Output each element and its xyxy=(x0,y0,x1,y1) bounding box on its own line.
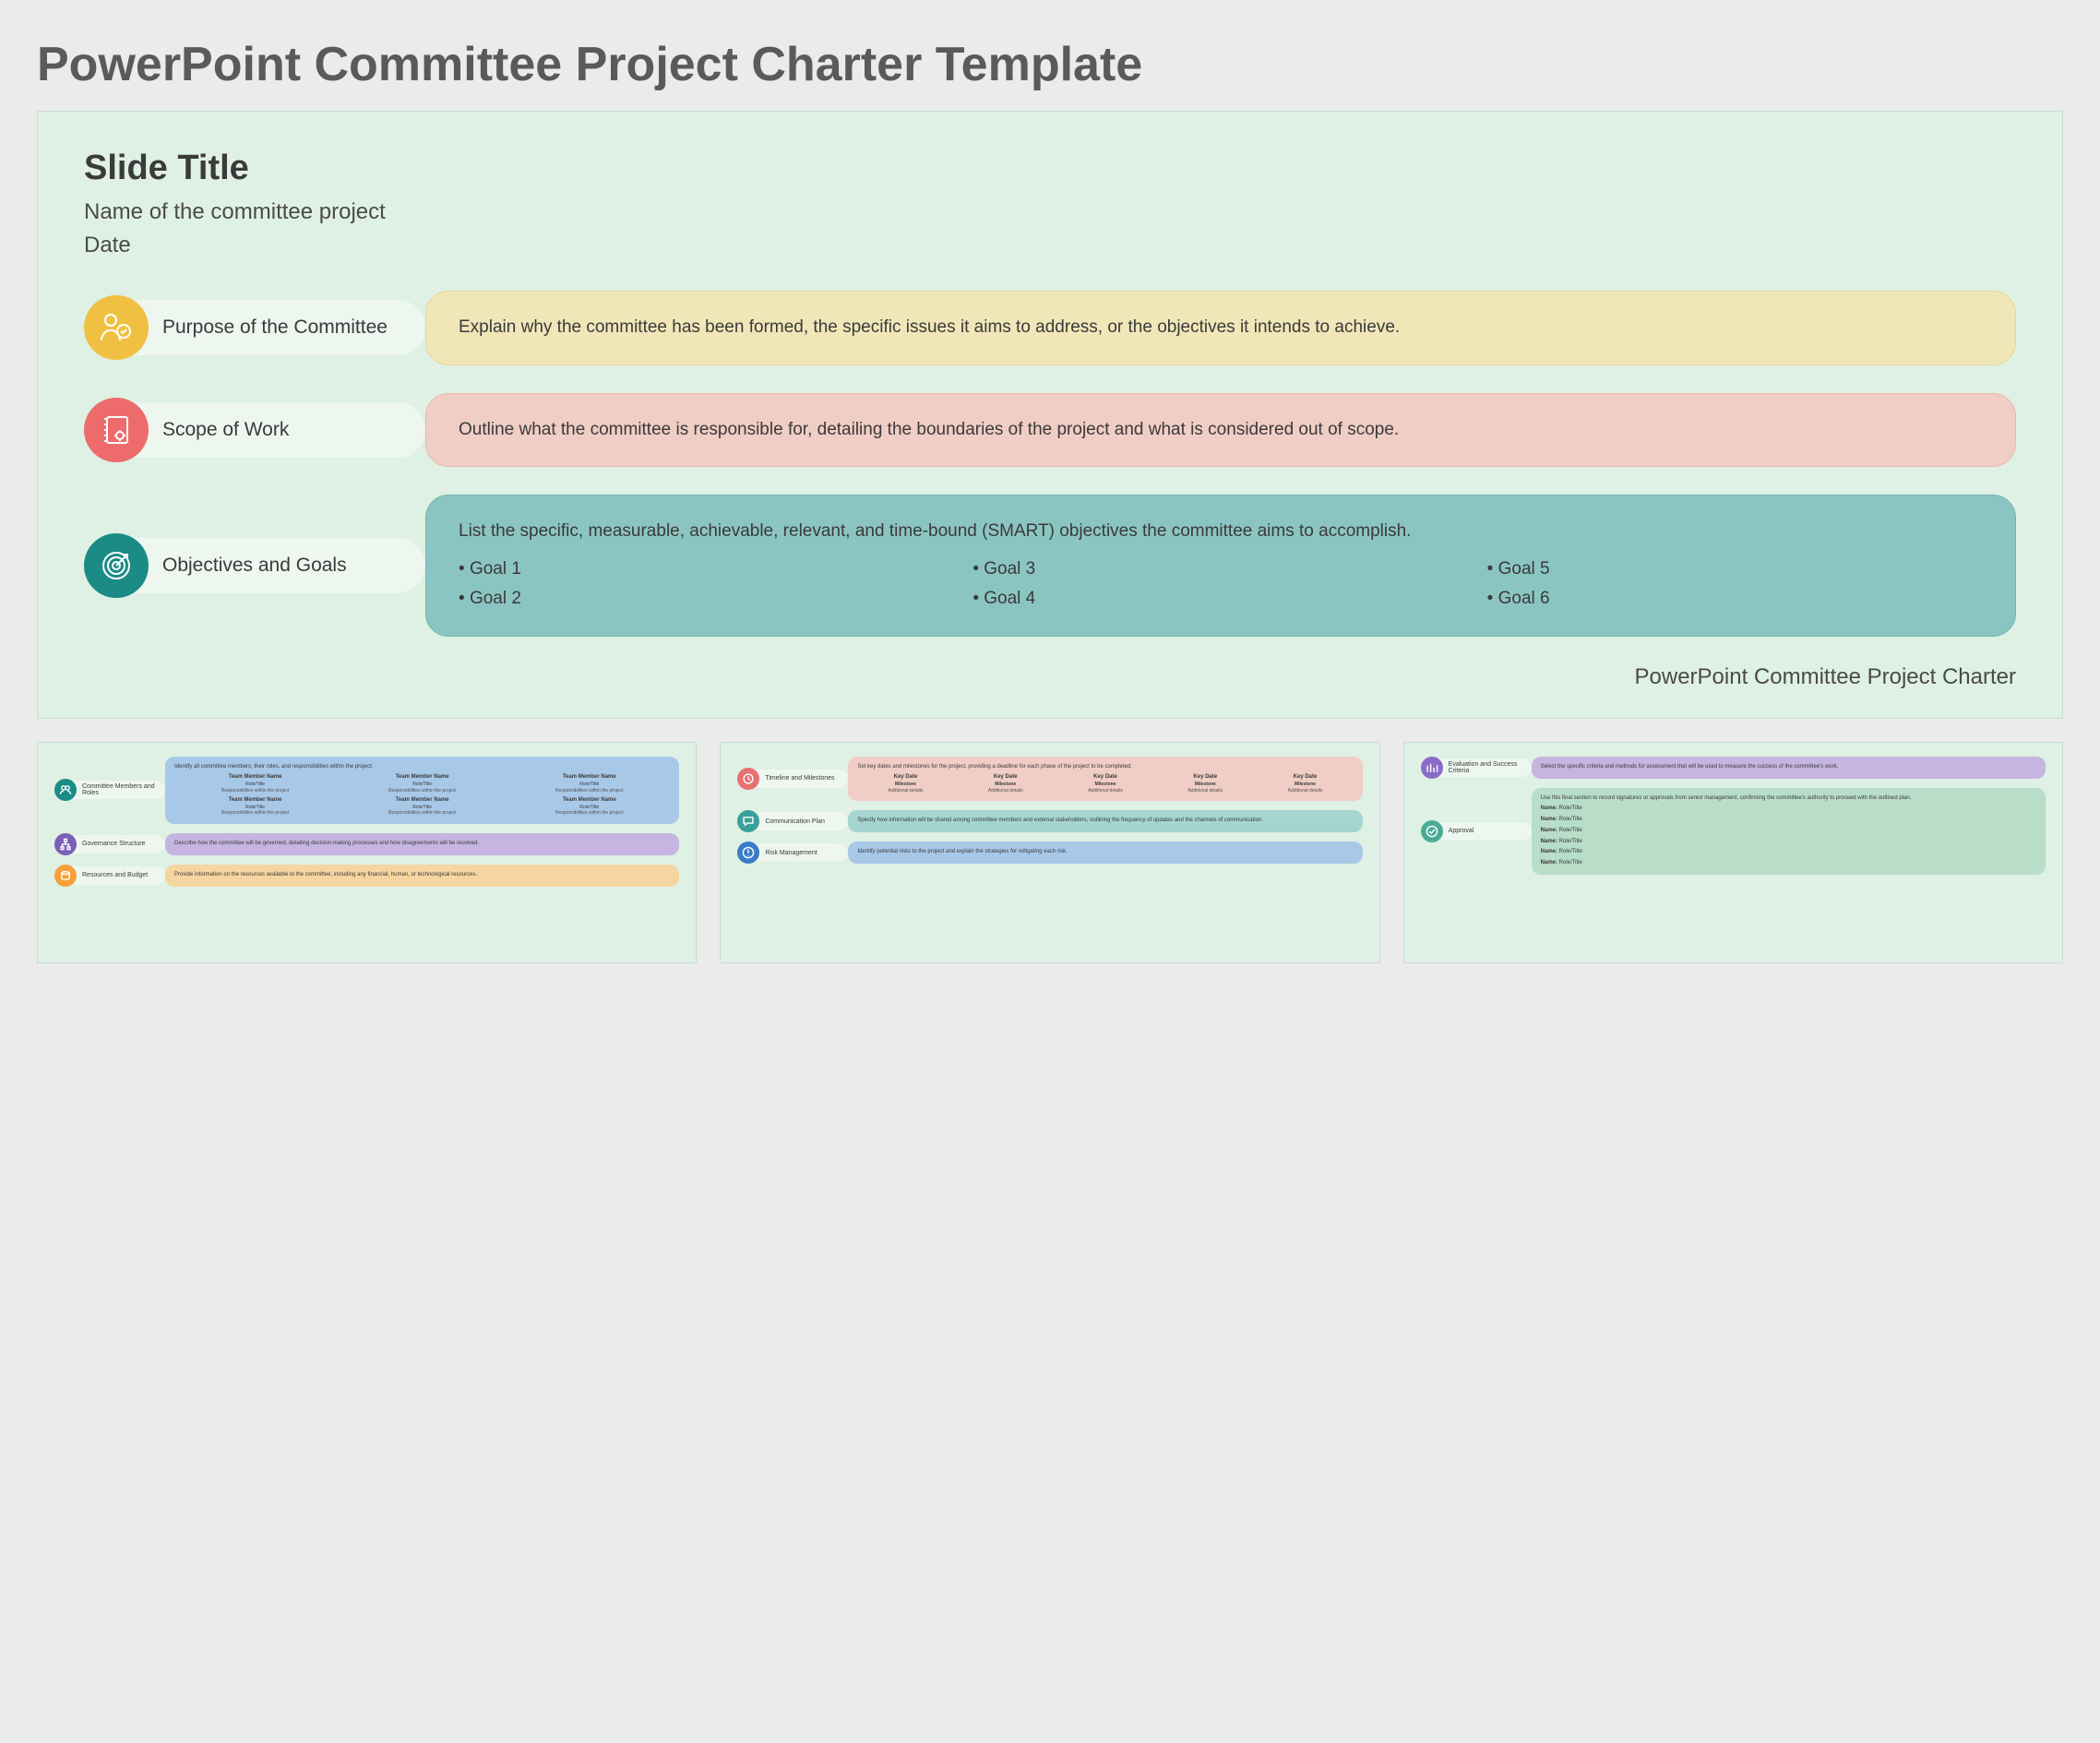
member-name: Team Member Name xyxy=(341,797,503,805)
role-value: Role/Title xyxy=(1559,806,1582,811)
section-label: Governance Structure xyxy=(64,835,165,854)
slide-title: Slide Title xyxy=(84,149,2016,188)
name-label: Name: xyxy=(1541,806,1557,811)
name-label: Name: xyxy=(1541,860,1557,866)
member-name: Team Member Name xyxy=(174,774,336,782)
section-content: Set key dates and milestones for the pro… xyxy=(848,757,1362,802)
lead-text: Set key dates and milestones for the pro… xyxy=(857,764,1353,771)
section-label: Approval xyxy=(1430,822,1532,841)
goal-item: Goal 6 xyxy=(1487,586,1983,613)
member-resp: Responsibilities within the project xyxy=(508,788,670,794)
section-content: Use this final section to record signatu… xyxy=(1532,788,2046,876)
thumbnail-row: Committee Members and Roles Identify all… xyxy=(37,742,2063,963)
role-value: Role/Title xyxy=(1559,849,1582,854)
key-date: Key Date xyxy=(1057,774,1153,782)
section-label: Resources and Budget xyxy=(64,866,165,885)
page-title: PowerPoint Committee Project Charter Tem… xyxy=(37,37,2063,92)
section-label: Risk Management xyxy=(746,843,848,862)
section-label: Purpose of the Committee xyxy=(112,300,425,355)
role-value: Role/Title xyxy=(1559,817,1582,822)
member-resp: Responsibilities within the project xyxy=(508,810,670,817)
slide-subtitle-project: Name of the committee project xyxy=(84,199,2016,225)
main-slide: Slide Title Name of the committee projec… xyxy=(37,111,2063,719)
member-name: Team Member Name xyxy=(508,774,670,782)
lead-text: Identify all committee members, their ro… xyxy=(174,764,670,771)
goal-item: Goal 2 xyxy=(459,586,954,613)
thumbnail-slide-4: Evaluation and Success Criteria Select t… xyxy=(1403,742,2063,963)
section-content: Provide information on the resources ava… xyxy=(165,865,679,887)
section-content: Identify potential risks to the project … xyxy=(848,842,1362,864)
name-label: Name: xyxy=(1541,817,1557,822)
slide-footer: PowerPoint Committee Project Charter xyxy=(84,664,2016,690)
slide-subtitle-date: Date xyxy=(84,233,2016,258)
section-content: Identify all committee members, their ro… xyxy=(165,757,679,824)
details: Additional details xyxy=(1057,788,1153,794)
section-content: Outline what the committee is responsibl… xyxy=(425,393,2016,468)
member-name: Team Member Name xyxy=(341,774,503,782)
approval-text: Use this final section to record signatu… xyxy=(1541,795,2036,803)
goal-item: Goal 5 xyxy=(1487,556,1983,583)
member-name: Team Member Name xyxy=(508,797,670,805)
check-icon xyxy=(1421,820,1443,842)
goal-item: Goal 1 xyxy=(459,556,954,583)
member-name: Team Member Name xyxy=(174,797,336,805)
name-label: Name: xyxy=(1541,828,1557,833)
section-content: List the specific, measurable, achievabl… xyxy=(425,495,2016,637)
people-icon xyxy=(54,779,77,801)
clock-icon xyxy=(737,768,759,790)
member-resp: Responsibilities within the project xyxy=(174,810,336,817)
hierarchy-icon xyxy=(54,833,77,855)
thumbnail-slide-3: Timeline and Milestones Set key dates an… xyxy=(720,742,1379,963)
name-label: Name: xyxy=(1541,839,1557,844)
section-scope: Scope of Work Outline what the committee… xyxy=(84,393,2016,468)
person-icon xyxy=(84,295,149,360)
key-date: Key Date xyxy=(857,774,953,782)
name-label: Name: xyxy=(1541,849,1557,854)
member-resp: Responsibilities within the project xyxy=(174,788,336,794)
money-icon xyxy=(54,865,77,887)
details: Additional details xyxy=(857,788,953,794)
member-resp: Responsibilities within the project xyxy=(341,788,503,794)
key-date: Key Date xyxy=(1157,774,1253,782)
section-label: Objectives and Goals xyxy=(112,538,425,593)
section-label: Communication Plan xyxy=(746,812,848,830)
section-label: Scope of Work xyxy=(112,402,425,458)
section-content: Select the specific criteria and methods… xyxy=(1532,757,2046,779)
member-resp: Responsibilities within the project xyxy=(341,810,503,817)
role-value: Role/Title xyxy=(1559,828,1582,833)
section-purpose: Purpose of the Committee Explain why the… xyxy=(84,291,2016,365)
details: Additional details xyxy=(1157,788,1253,794)
chart-icon xyxy=(1421,757,1443,779)
thumbnail-slide-2: Committee Members and Roles Identify all… xyxy=(37,742,697,963)
section-content: Specify how information will be shared a… xyxy=(848,810,1362,832)
section-content: Describe how the committee will be gover… xyxy=(165,833,679,855)
objectives-text: List the specific, measurable, achievabl… xyxy=(459,519,1983,545)
target-icon xyxy=(84,533,149,598)
details: Additional details xyxy=(1257,788,1353,794)
role-value: Role/Title xyxy=(1559,839,1582,844)
notebook-icon xyxy=(84,398,149,462)
section-label: Committee Members and Roles xyxy=(64,781,165,799)
section-label: Evaluation and Success Criteria xyxy=(1430,758,1532,777)
section-objectives: Objectives and Goals List the specific, … xyxy=(84,495,2016,637)
details: Additional details xyxy=(958,788,1054,794)
goal-item: Goal 3 xyxy=(972,556,1468,583)
role-value: Role/Title xyxy=(1559,860,1582,866)
key-date: Key Date xyxy=(1257,774,1353,782)
goal-item: Goal 4 xyxy=(972,586,1468,613)
key-date: Key Date xyxy=(958,774,1054,782)
section-label: Timeline and Milestones xyxy=(746,770,848,788)
section-content: Explain why the committee has been forme… xyxy=(425,291,2016,365)
